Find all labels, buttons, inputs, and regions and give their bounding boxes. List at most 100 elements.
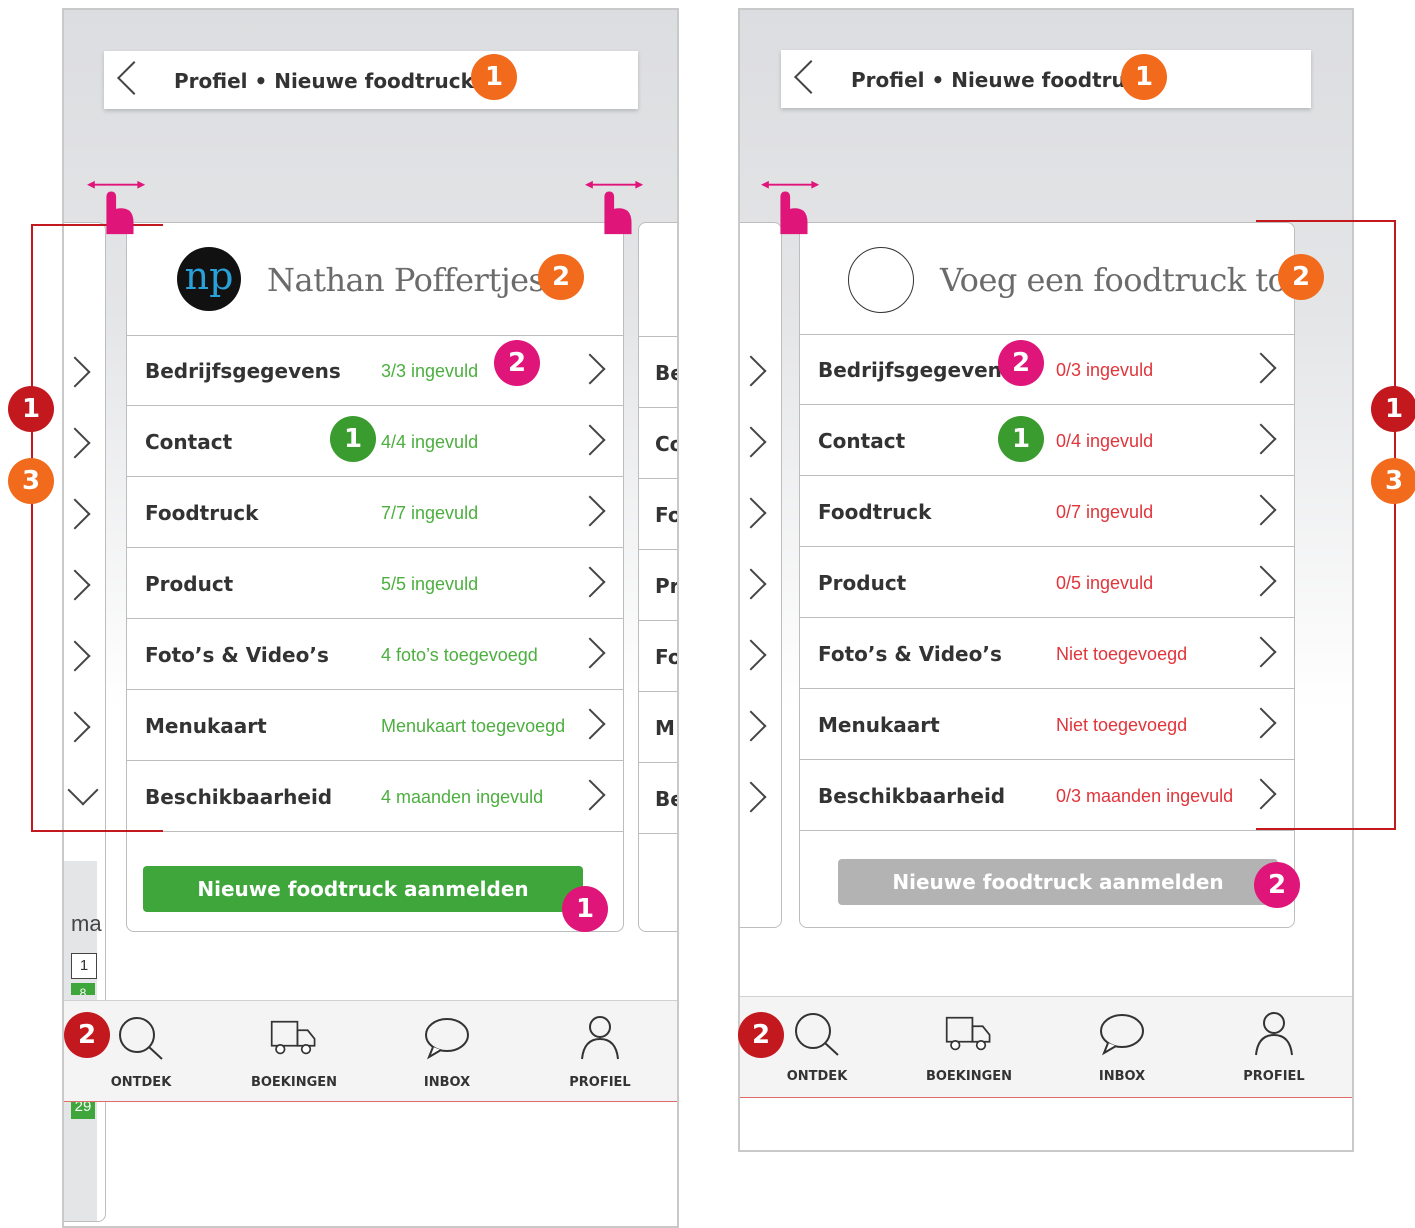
search-icon (119, 1017, 163, 1060)
section-row-fotos-videos[interactable]: Foto’s & Video’s 4 foto’s toegevoegd (127, 619, 623, 690)
row-label: Beschikbaarheid (818, 784, 1006, 808)
annotation-bracket-left (31, 224, 163, 832)
annotation-badge: 2 (494, 340, 540, 386)
section-row-menukaart[interactable]: Menukaart Niet toegevoegd (800, 689, 1294, 760)
chevron-right-icon (574, 779, 606, 811)
section-row-menukaart[interactable]: Menukaart Menukaart toegevoegd (127, 690, 623, 761)
search-icon (795, 1013, 839, 1056)
annotation-badge: 2 (64, 1012, 110, 1058)
annotation-badge: 3 (8, 458, 54, 504)
annotation-badge: 2 (1278, 254, 1324, 300)
section-row-fotos-videos[interactable]: Foto’s & Video’s Niet toegevoegd (800, 618, 1294, 689)
top-bar: Profiel • Nieuwe foodtruck (781, 50, 1311, 108)
annotation-badge: 1 (562, 886, 608, 932)
bottom-nav: ONTDEK BOEKINGEN INBOX PROFIEL (64, 1000, 677, 1102)
avatar-placeholder[interactable] (848, 247, 914, 313)
row-status: 7/7 ingevuld (381, 503, 479, 523)
nav-inbox[interactable]: INBOX (382, 1001, 512, 1101)
row-status: 0/3 ingevuld (1056, 360, 1154, 380)
row-label: Foodtruck (818, 500, 932, 524)
row-label: Product (818, 571, 907, 595)
section-row-beschikbaarheid[interactable]: Beschikbaarheid 4 maanden ingevuld (127, 761, 623, 832)
section-row-contact[interactable]: Contact 0/4 ingevuld (800, 405, 1294, 476)
row-status: Menukaart toegevoegd (381, 716, 566, 736)
section-row-product[interactable]: Product 0/5 ingevuld (800, 547, 1294, 618)
peek-card-right[interactable]: Be Co Fo Pr Fo M Be (638, 222, 679, 932)
page-title: Profiel • Nieuwe foodtruck (174, 69, 474, 93)
annotation-badge: 1 (1371, 386, 1415, 432)
nav-boekingen[interactable]: BOEKINGEN (904, 997, 1034, 1097)
back-arrow-icon[interactable] (794, 60, 828, 94)
annotation-badge: 1 (8, 386, 54, 432)
annotation-badge: 2 (738, 1012, 784, 1058)
back-arrow-icon[interactable] (117, 61, 151, 95)
chevron-right-icon (574, 566, 606, 598)
nav-label: PROFIEL (1243, 1069, 1305, 1084)
section-row-bedrijfsgegevens[interactable]: Bedrijfsgegevens 3/3 ingevuld (127, 335, 623, 406)
nav-label: INBOX (1098, 1069, 1146, 1084)
peek-row: M (655, 716, 675, 740)
chevron-right-icon (574, 708, 606, 740)
section-row-beschikbaarheid[interactable]: Beschikbaarheid 0/3 maanden ingevuld (800, 760, 1294, 831)
calendar-day[interactable]: 1 (71, 953, 97, 979)
annotation-badge: 1 (1121, 54, 1167, 100)
annotation-badge: 1 (330, 416, 376, 462)
foodtruck-card: np Nathan Poffertjes Bedrijfsgegevens 3/… (126, 222, 624, 932)
avatar[interactable]: np (177, 247, 241, 311)
register-foodtruck-button[interactable]: Nieuwe foodtruck aanmelden (838, 859, 1278, 905)
foodtruck-card: Voeg een foodtruck toe Bedrijfsgegevens … (799, 222, 1305, 928)
nav-label: INBOX (423, 1075, 471, 1090)
row-status: 4 foto’s toegevoegd (381, 645, 538, 665)
card-title: Nathan Poffertjes (267, 261, 545, 299)
row-label: Beschikbaarheid (145, 785, 333, 809)
chat-bubble-icon (1100, 1014, 1144, 1056)
row-status: Niet toegevoegd (1056, 644, 1188, 664)
swipe-gesture-icon (585, 180, 644, 235)
section-row-bedrijfsgegevens[interactable]: Bedrijfsgegevens 0/3 ingevuld (800, 334, 1294, 405)
nav-profiel[interactable]: PROFIEL (535, 1001, 665, 1101)
truck-icon (270, 1020, 316, 1055)
nav-boekingen[interactable]: BOEKINGEN (229, 1001, 359, 1101)
annotation-badge: 2 (538, 254, 584, 300)
peek-row: Co (655, 432, 677, 456)
card-header: Voeg een foodtruck toe (800, 223, 1305, 335)
nav-label: ONTDEK (110, 1075, 172, 1090)
section-row-product[interactable]: Product 5/5 ingevuld (127, 548, 623, 619)
nav-label: BOEKINGEN (250, 1075, 338, 1090)
annotation-badge: 1 (998, 416, 1044, 462)
row-label: Menukaart (145, 714, 267, 738)
truck-icon (945, 1016, 991, 1051)
section-row-foodtruck[interactable]: Foodtruck 0/7 ingevuld (800, 476, 1294, 547)
nav-inbox[interactable]: INBOX (1057, 997, 1187, 1097)
row-label: Bedrijfsgegevens (818, 358, 1014, 382)
row-label: Foto’s & Video’s (818, 642, 1002, 666)
peek-row: Be (655, 361, 677, 385)
annotation-badge: 2 (1254, 862, 1300, 908)
row-status: 5/5 ingevuld (381, 574, 479, 594)
row-status: 0/7 ingevuld (1056, 502, 1154, 522)
register-foodtruck-button[interactable]: Nieuwe foodtruck aanmelden (143, 866, 583, 912)
chevron-right-icon (574, 637, 606, 669)
bottom-nav: ONTDEK BOEKINGEN INBOX PROFIEL (740, 996, 1352, 1098)
person-icon (581, 1016, 619, 1060)
calendar-month: ma (71, 911, 102, 936)
nav-profiel[interactable]: PROFIEL (1209, 997, 1339, 1097)
swipe-gesture-icon (87, 180, 146, 235)
swipe-gesture-icon (761, 180, 820, 235)
chevron-right-icon (574, 424, 606, 456)
peek-row: Fo (655, 645, 679, 669)
section-row-foodtruck[interactable]: Foodtruck 7/7 ingevuld (127, 477, 623, 548)
annotation-badge: 1 (471, 54, 517, 100)
chat-bubble-icon (425, 1018, 469, 1060)
nav-label: PROFIEL (569, 1075, 631, 1090)
calendar-day[interactable]: 8 (71, 983, 95, 995)
row-label: Foto’s & Video’s (145, 643, 329, 667)
card-title: Voeg een foodtruck toe (940, 261, 1305, 299)
annotation-bracket-right (1256, 220, 1396, 830)
row-label: Contact (818, 429, 906, 453)
row-status: 3/3 ingevuld (381, 361, 479, 381)
annotation-badge: 3 (1371, 458, 1415, 504)
row-status: 4/4 ingevuld (381, 432, 479, 452)
row-status: 4 maanden ingevuld (381, 787, 544, 807)
peek-row: Pr (655, 574, 679, 598)
